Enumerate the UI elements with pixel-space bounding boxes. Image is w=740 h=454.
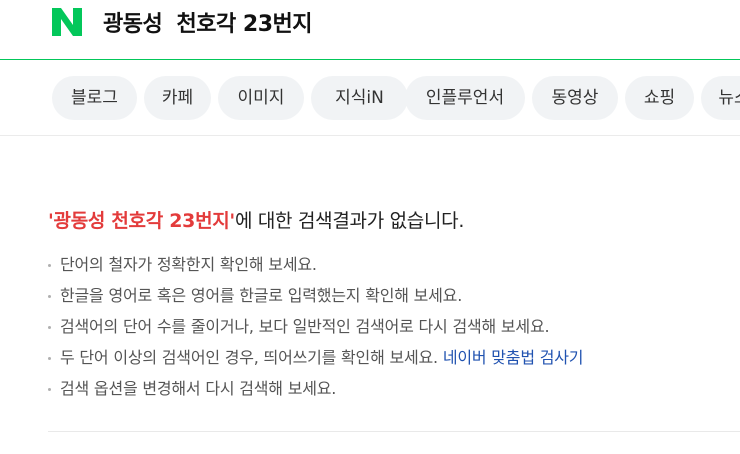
tip-item: 단어의 철자가 정확한지 확인해 보세요.: [48, 252, 583, 283]
tab-image[interactable]: 이미지: [218, 76, 304, 120]
search-header: 광동성 천호각 23번지: [0, 0, 740, 60]
quoted-query: '광동성 천호각 23번지': [48, 210, 235, 232]
no-result-message: '광동성 천호각 23번지'에 대한 검색결과가 없습니다.: [48, 206, 464, 233]
no-result-text: 에 대한 검색결과가 없습니다.: [234, 210, 465, 232]
bullet-dot-icon: [48, 388, 51, 391]
search-tabs: 블로그 카페 이미지 지식iN 인플루언서 동영상 쇼핑 뉴스: [0, 61, 740, 136]
bullet-dot-icon: [48, 357, 51, 360]
bullet-dot-icon: [48, 326, 51, 329]
search-tips-list: 단어의 철자가 정확한지 확인해 보세요. 한글을 영어로 혹은 영어를 한글로…: [48, 252, 583, 407]
tab-blog[interactable]: 블로그: [52, 76, 137, 120]
tip-item: 검색 옵션을 변경해서 다시 검색해 보세요.: [48, 376, 583, 407]
naver-logo-icon[interactable]: [52, 8, 82, 36]
tip-text: 검색어의 단어 수를 줄이거나, 보다 일반적인 검색어로 다시 검색해 보세요…: [60, 317, 550, 336]
tip-item: 한글을 영어로 혹은 영어를 한글로 입력했는지 확인해 보세요.: [48, 283, 583, 314]
tab-shopping[interactable]: 쇼핑: [625, 76, 694, 120]
tip-text: 두 단어 이상의 검색어인 경우, 띄어쓰기를 확인해 보세요.: [60, 348, 438, 367]
bullet-dot-icon: [48, 264, 51, 267]
tip-text: 검색 옵션을 변경해서 다시 검색해 보세요.: [60, 379, 337, 398]
tab-influencer[interactable]: 인플루언서: [405, 76, 525, 120]
tab-cafe[interactable]: 카페: [144, 76, 211, 120]
section-divider: [48, 431, 740, 432]
tab-video[interactable]: 동영상: [532, 76, 618, 120]
tab-kin[interactable]: 지식iN: [311, 76, 408, 120]
search-query-text[interactable]: 광동성 천호각 23번지: [103, 6, 313, 38]
tab-news[interactable]: 뉴스: [701, 76, 740, 120]
bullet-dot-icon: [48, 295, 51, 298]
tip-text: 단어의 철자가 정확한지 확인해 보세요.: [60, 255, 317, 274]
tip-text: 한글을 영어로 혹은 영어를 한글로 입력했는지 확인해 보세요.: [60, 286, 463, 305]
spell-checker-link[interactable]: 네이버 맞춤법 검사기: [443, 348, 584, 367]
tip-item: 두 단어 이상의 검색어인 경우, 띄어쓰기를 확인해 보세요. 네이버 맞춤법…: [48, 345, 583, 376]
tip-item: 검색어의 단어 수를 줄이거나, 보다 일반적인 검색어로 다시 검색해 보세요…: [48, 314, 583, 345]
